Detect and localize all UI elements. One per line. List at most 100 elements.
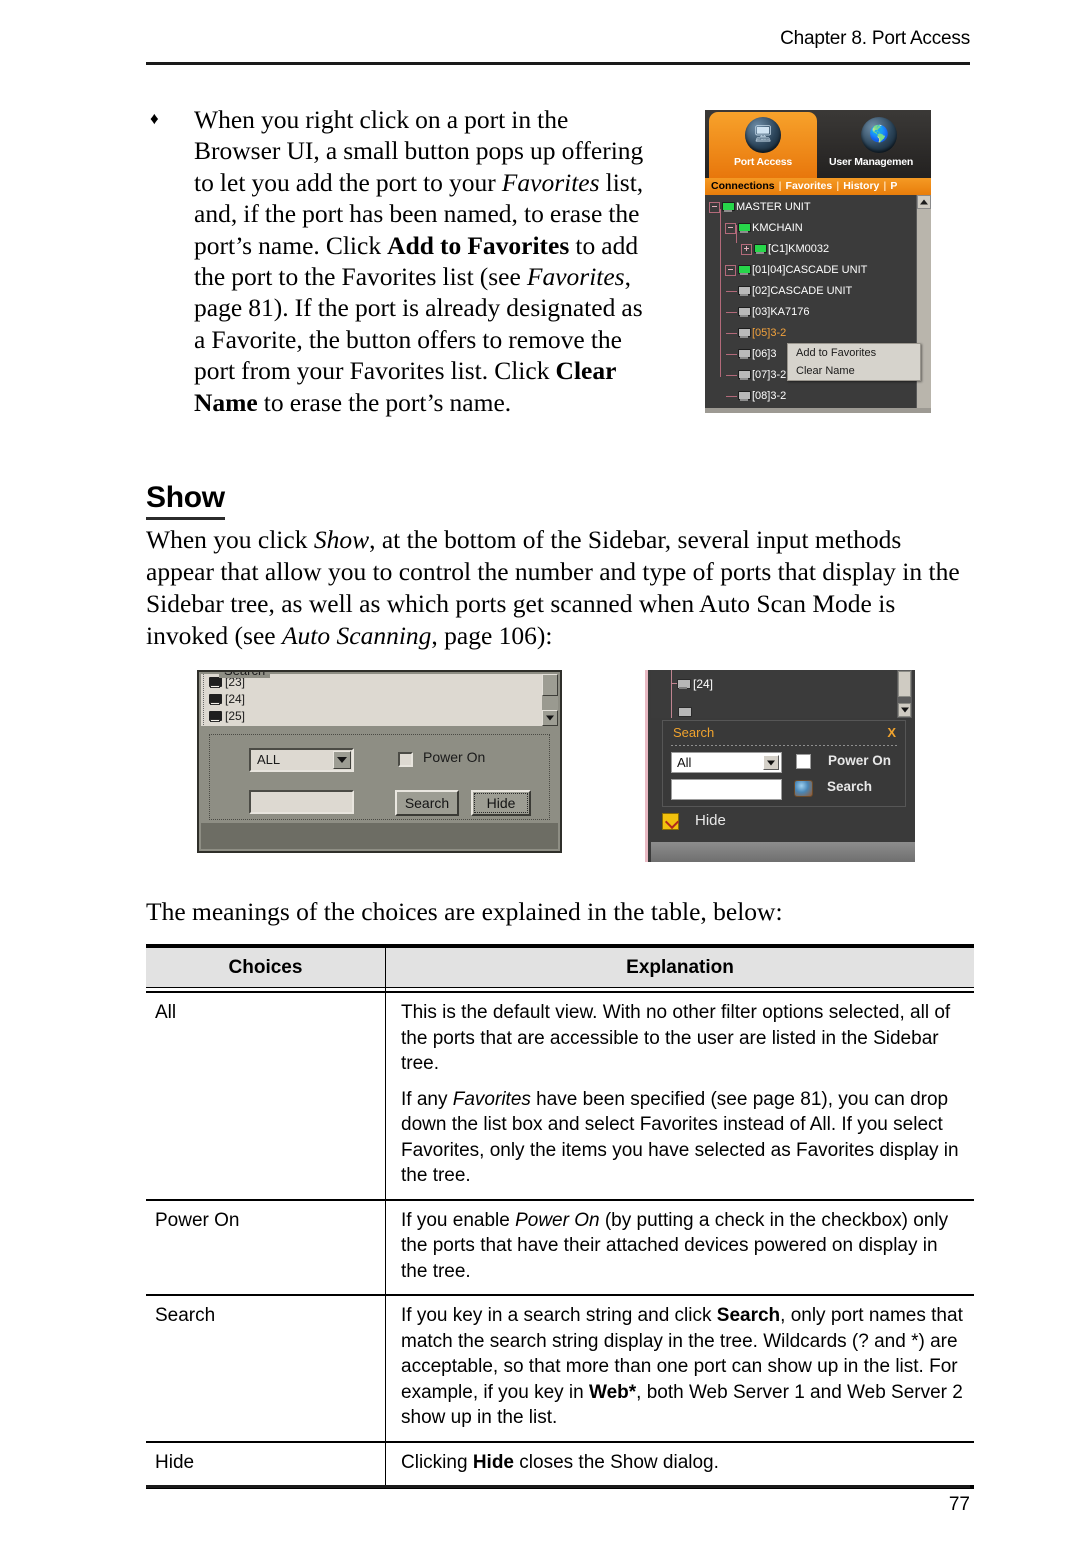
- tree-node-label: [02]CASCADE UNIT: [752, 285, 853, 297]
- classic-power-on-checkbox[interactable]: [398, 752, 413, 767]
- tab-user-management[interactable]: 🌎 User Managemen: [825, 112, 931, 178]
- scroll-down-icon[interactable]: [542, 710, 558, 726]
- context-menu-item-clear-name[interactable]: Clear Name: [788, 362, 920, 380]
- monitor-green-icon: [722, 202, 735, 213]
- page-number: 77: [948, 1494, 970, 1515]
- scrollbar-thumb[interactable]: [898, 671, 911, 697]
- tree-node-24[interactable]: [24]: [201, 691, 558, 708]
- close-icon[interactable]: X: [887, 725, 896, 740]
- classic-search-input[interactable]: [249, 790, 354, 814]
- classic-hide-button[interactable]: Hide: [471, 790, 531, 816]
- classic-search-group-title: Search: [219, 672, 271, 678]
- chevron-down-icon[interactable]: [333, 751, 351, 769]
- table-cell-explanation: If you key in a search string and click …: [385, 1294, 974, 1442]
- tab-port-access[interactable]: 🖥 Port Access: [709, 112, 817, 178]
- table-cell-explanation-continued: If any Favorites have been specified (se…: [401, 1088, 959, 1187]
- dark-filter-dropdown[interactable]: All: [671, 752, 782, 773]
- tree-node-label: [03]KA7176: [752, 306, 810, 318]
- monitor-gray-icon: [738, 307, 751, 318]
- scroll-up-icon[interactable]: [917, 195, 931, 209]
- tree-node-label: KMCHAIN: [752, 222, 803, 234]
- header-rule: [146, 62, 970, 65]
- table-row-power-on: Power On If you enable Power On (by putt…: [146, 1198, 974, 1295]
- dark-tree-area[interactable]: [24]: [651, 670, 915, 718]
- scroll-down-icon[interactable]: [898, 703, 911, 717]
- tree-branch-icon: [726, 353, 737, 355]
- table-cell-explanation: If you enable Power On (by putting a che…: [385, 1198, 974, 1295]
- scrollbar-thumb[interactable]: [542, 674, 558, 696]
- monitor-icon: [209, 694, 222, 705]
- tree-node-cascade-unit-02[interactable]: [02]CASCADE UNIT: [705, 281, 915, 302]
- table-cell-explanation: Clicking Hide closes the Show dialog.: [385, 1440, 974, 1489]
- chevron-down-icon[interactable]: [763, 755, 779, 770]
- classic-filter-dropdown[interactable]: ALL: [249, 748, 354, 772]
- tree-node-ka7176[interactable]: [03]KA7176: [705, 302, 915, 323]
- dark-power-on-label: Power On: [828, 753, 892, 768]
- subtab-connections[interactable]: Connections: [705, 180, 779, 192]
- dark-title-divider: [671, 745, 897, 746]
- dark-power-on-checkbox[interactable]: [796, 754, 811, 769]
- tree-connector-line: [671, 670, 672, 718]
- show-paragraph-part1: When you click: [146, 525, 314, 554]
- collapse-icon[interactable]: [725, 264, 736, 276]
- port-access-tabstrip: 🖥 Port Access 🌎 User Managemen: [705, 110, 931, 178]
- classic-scrollbar[interactable]: [542, 674, 558, 726]
- tree-node-label: MASTER UNIT: [736, 201, 811, 213]
- tree-branch-icon: [726, 395, 737, 397]
- monitor-icon: [677, 679, 691, 690]
- table-cell-choice: Hide: [146, 1440, 386, 1489]
- table-row-search: Search If you key in a search string and…: [146, 1294, 974, 1442]
- tree-node-c1-km0032[interactable]: [C1]KM0032: [705, 239, 915, 260]
- running-head: Chapter 8. Port Access: [780, 28, 970, 49]
- tree-branch-icon: [726, 311, 737, 313]
- monitor-icon: [209, 711, 222, 722]
- bullet-item: ♦ When you right click on a port in the …: [146, 104, 658, 418]
- hide-icon: [662, 813, 679, 830]
- tree-node-24[interactable]: [24]: [677, 677, 713, 691]
- tree-branch-icon: [726, 374, 737, 376]
- subtab-favorites[interactable]: Favorites: [782, 180, 837, 192]
- collapse-icon[interactable]: [725, 222, 736, 234]
- expand-icon[interactable]: [741, 243, 752, 255]
- screenshot-classic-search: [23] [24] [25] Search ALL Power On Searc…: [197, 670, 562, 853]
- tree-node-label: [24]: [225, 692, 246, 706]
- monitor-green-icon: [754, 244, 767, 255]
- user-management-icon: 🌎: [861, 117, 897, 153]
- column-header-explanation: Explanation: [385, 944, 974, 988]
- scrollbar-track[interactable]: [917, 209, 931, 413]
- dark-filter-value: All: [677, 755, 692, 770]
- collapse-icon[interactable]: [709, 201, 720, 213]
- table-cell-explanation: This is the default view. With no other …: [401, 1002, 951, 1074]
- tree-node-label: [01|04]CASCADE UNIT: [752, 264, 868, 276]
- context-menu[interactable]: Add to Favorites Clear Name: [787, 343, 921, 381]
- subtab-truncated[interactable]: P: [886, 180, 901, 192]
- tree-node-25[interactable]: [25]: [201, 708, 558, 725]
- bullet-text: When you right click on a port in the Br…: [194, 104, 658, 418]
- tree-node-port-05[interactable]: [05]3-2: [705, 323, 915, 344]
- tree-node-cascade-unit-01[interactable]: [01|04]CASCADE UNIT: [705, 260, 915, 281]
- tree-node-kmchain[interactable]: KMCHAIN: [705, 218, 915, 239]
- screenshot-dark-search: [24] Search X All Power On Search Hide: [645, 670, 915, 862]
- bullet-marker-icon: ♦: [150, 109, 159, 128]
- tree-node-label: [06]3: [752, 348, 777, 360]
- monitor-icon-partial: [678, 707, 692, 717]
- tree-node-master-unit[interactable]: MASTER UNIT: [705, 197, 915, 218]
- dark-search-input[interactable]: [671, 779, 782, 800]
- subtab-history[interactable]: History: [839, 180, 883, 192]
- favorites-italic-1: Favorites: [501, 167, 600, 197]
- classic-search-button[interactable]: Search: [395, 790, 459, 816]
- port-access-tree[interactable]: MASTER UNIT KMCHAIN [C1]KM0032 [01|04]CA…: [705, 195, 931, 413]
- footer-rule: [146, 1485, 970, 1488]
- tree-branch-icon: [726, 332, 737, 334]
- classic-tree-area[interactable]: [23] [24] [25]: [201, 674, 558, 726]
- monitor-icon: [209, 677, 222, 688]
- window-bottom-bar: [705, 408, 931, 413]
- table-row-all-continued: If any Favorites have been specified (se…: [146, 1086, 974, 1200]
- tree-node-port-08[interactable]: [08]3-2: [705, 386, 915, 407]
- context-menu-item-add-to-favorites[interactable]: Add to Favorites: [788, 344, 920, 362]
- dark-scrollbar[interactable]: [897, 670, 912, 718]
- port-access-subtabs: Connections | Favorites | History | P: [705, 178, 931, 195]
- table-cell-choice: Search: [146, 1294, 386, 1442]
- classic-filter-value: ALL: [257, 752, 281, 767]
- dark-search-button-label: Search: [827, 779, 873, 794]
